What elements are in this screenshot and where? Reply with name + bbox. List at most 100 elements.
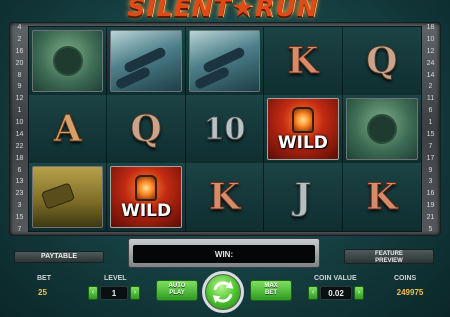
lamp-icon: [291, 107, 314, 133]
reel-cell: [29, 163, 108, 231]
spin-arrows-icon: [212, 280, 234, 304]
game-logo: SILENT★RUN: [127, 0, 319, 22]
reel-cell: Q: [107, 95, 186, 163]
max-bet-button[interactable]: MAX BET: [250, 280, 292, 301]
payline-number: 4: [17, 24, 22, 31]
feature-preview-line1: FEATURE: [375, 251, 403, 257]
payline-numbers-right: 18 10 12 24 14 2 11 6 1 15 7 17 9 3 16 19 21 5: [422, 24, 439, 234]
letter-j-symbol: J: [294, 176, 312, 219]
reel-cell: J: [264, 163, 343, 231]
reel-cell: 10: [185, 95, 265, 163]
sea-mine-symbol: [32, 30, 104, 92]
payline-number: 5: [428, 225, 433, 233]
payline-numbers-left: 4 2 16 20 8 9 12 1 10 14 22 18 6 13 23 3 15 7: [11, 24, 28, 234]
payline-number: 16: [426, 190, 435, 198]
win-label: WIN:: [214, 249, 234, 259]
autoplay-button[interactable]: AUTO PLAY: [156, 280, 198, 301]
reel-cell: K: [264, 27, 343, 95]
coin-value-label: COIN VALUE: [314, 275, 357, 282]
reel-cell: WILD: [107, 163, 186, 231]
payline-number: 3: [17, 202, 22, 210]
payline-number: 7: [17, 225, 22, 233]
submarine-symbol: [110, 30, 182, 92]
reel-cell: Q: [342, 27, 421, 95]
bet-value: 25: [38, 287, 47, 297]
payline-number: 3: [428, 178, 433, 186]
level-increase-button[interactable]: ›: [130, 286, 140, 300]
payline-number: 10: [426, 35, 435, 43]
payline-number: 15: [426, 130, 435, 138]
reel-grid: K Q A Q 10 WILD WILD K J K: [28, 26, 422, 232]
level-value: 1: [100, 286, 128, 300]
wild-label: WILD: [121, 201, 172, 221]
payline-number: 9: [17, 83, 22, 91]
payline-number: 15: [15, 214, 24, 221]
letter-q-symbol: Q: [366, 40, 398, 83]
spin-button[interactable]: [202, 271, 244, 313]
reel-cell: [342, 95, 421, 163]
payline-number: 22: [15, 142, 24, 150]
payline-number: 20: [15, 59, 24, 67]
letter-k-symbol: K: [366, 176, 398, 219]
payline-number: 18: [426, 24, 435, 31]
payline-number: 12: [15, 95, 24, 103]
lamp-icon: [135, 175, 158, 201]
payline-number: 19: [426, 202, 435, 210]
coin-value-increase-button[interactable]: ›: [354, 286, 364, 300]
payline-number: 1: [428, 119, 433, 126]
payline-number: 16: [15, 47, 24, 55]
payline-number: 8: [17, 71, 22, 79]
payline-number: 17: [426, 154, 435, 162]
letter-k-symbol: K: [287, 40, 319, 83]
payline-number: 12: [426, 47, 435, 55]
depth-charge-symbol: [32, 166, 104, 228]
payline-number: 14: [15, 130, 24, 138]
coin-value: 0.02: [320, 286, 352, 300]
coin-value-decrease-button[interactable]: ‹: [308, 286, 318, 300]
max-bet-line1: MAX: [264, 283, 278, 289]
paytable-button[interactable]: PAYTABLE: [14, 251, 104, 263]
payline-number: 11: [426, 95, 435, 103]
letter-a-symbol: A: [53, 108, 82, 151]
ten-symbol: 10: [203, 111, 246, 147]
win-display: WIN:: [128, 238, 320, 268]
autoplay-line1: AUTO: [168, 283, 186, 289]
sea-mine-symbol: [345, 98, 418, 160]
payline-number: 2: [17, 35, 22, 43]
wild-symbol: WILD: [110, 166, 182, 228]
level-decrease-button[interactable]: ‹: [88, 286, 98, 300]
payline-number: 21: [426, 214, 435, 221]
payline-number: 13: [15, 178, 24, 186]
payline-number: 1: [17, 107, 22, 115]
max-bet-line2: BET: [265, 290, 277, 296]
reel-cell: [107, 27, 186, 95]
payline-number: 6: [428, 107, 433, 115]
coins-value: 249975: [396, 287, 424, 297]
payline-number: 23: [15, 190, 24, 198]
reel-cell: K: [342, 163, 421, 231]
letter-k-symbol: K: [208, 176, 241, 219]
bet-label: BET: [37, 275, 51, 282]
wild-label: WILD: [277, 133, 328, 153]
reel-cell: K: [185, 163, 265, 231]
autoplay-line2: PLAY: [169, 290, 185, 296]
feature-preview-line2: PREVIEW: [375, 258, 403, 264]
wild-symbol: WILD: [267, 98, 339, 160]
payline-number: 2: [428, 83, 433, 91]
payline-number: 9: [428, 166, 433, 174]
reel-cell: A: [29, 95, 108, 163]
payline-number: 24: [426, 59, 435, 67]
level-label: LEVEL: [104, 275, 127, 282]
feature-preview-button[interactable]: FEATURE PREVIEW: [344, 249, 434, 264]
payline-number: 10: [15, 119, 24, 126]
submarine-symbol: [188, 30, 261, 92]
payline-number: 7: [428, 142, 433, 150]
reel-cell: [29, 27, 108, 95]
payline-number: 18: [15, 154, 24, 162]
payline-number: 6: [17, 166, 22, 174]
reel-cell: WILD: [264, 95, 343, 163]
coins-label: COINS: [394, 275, 417, 282]
reel-cell: [185, 27, 265, 95]
payline-number: 14: [426, 71, 435, 79]
game-screen: SILENT★RUN 4 2 16 20 8 9 12 1 10 14 22 18 6 13 23 3 15 7 …: [0, 0, 450, 317]
